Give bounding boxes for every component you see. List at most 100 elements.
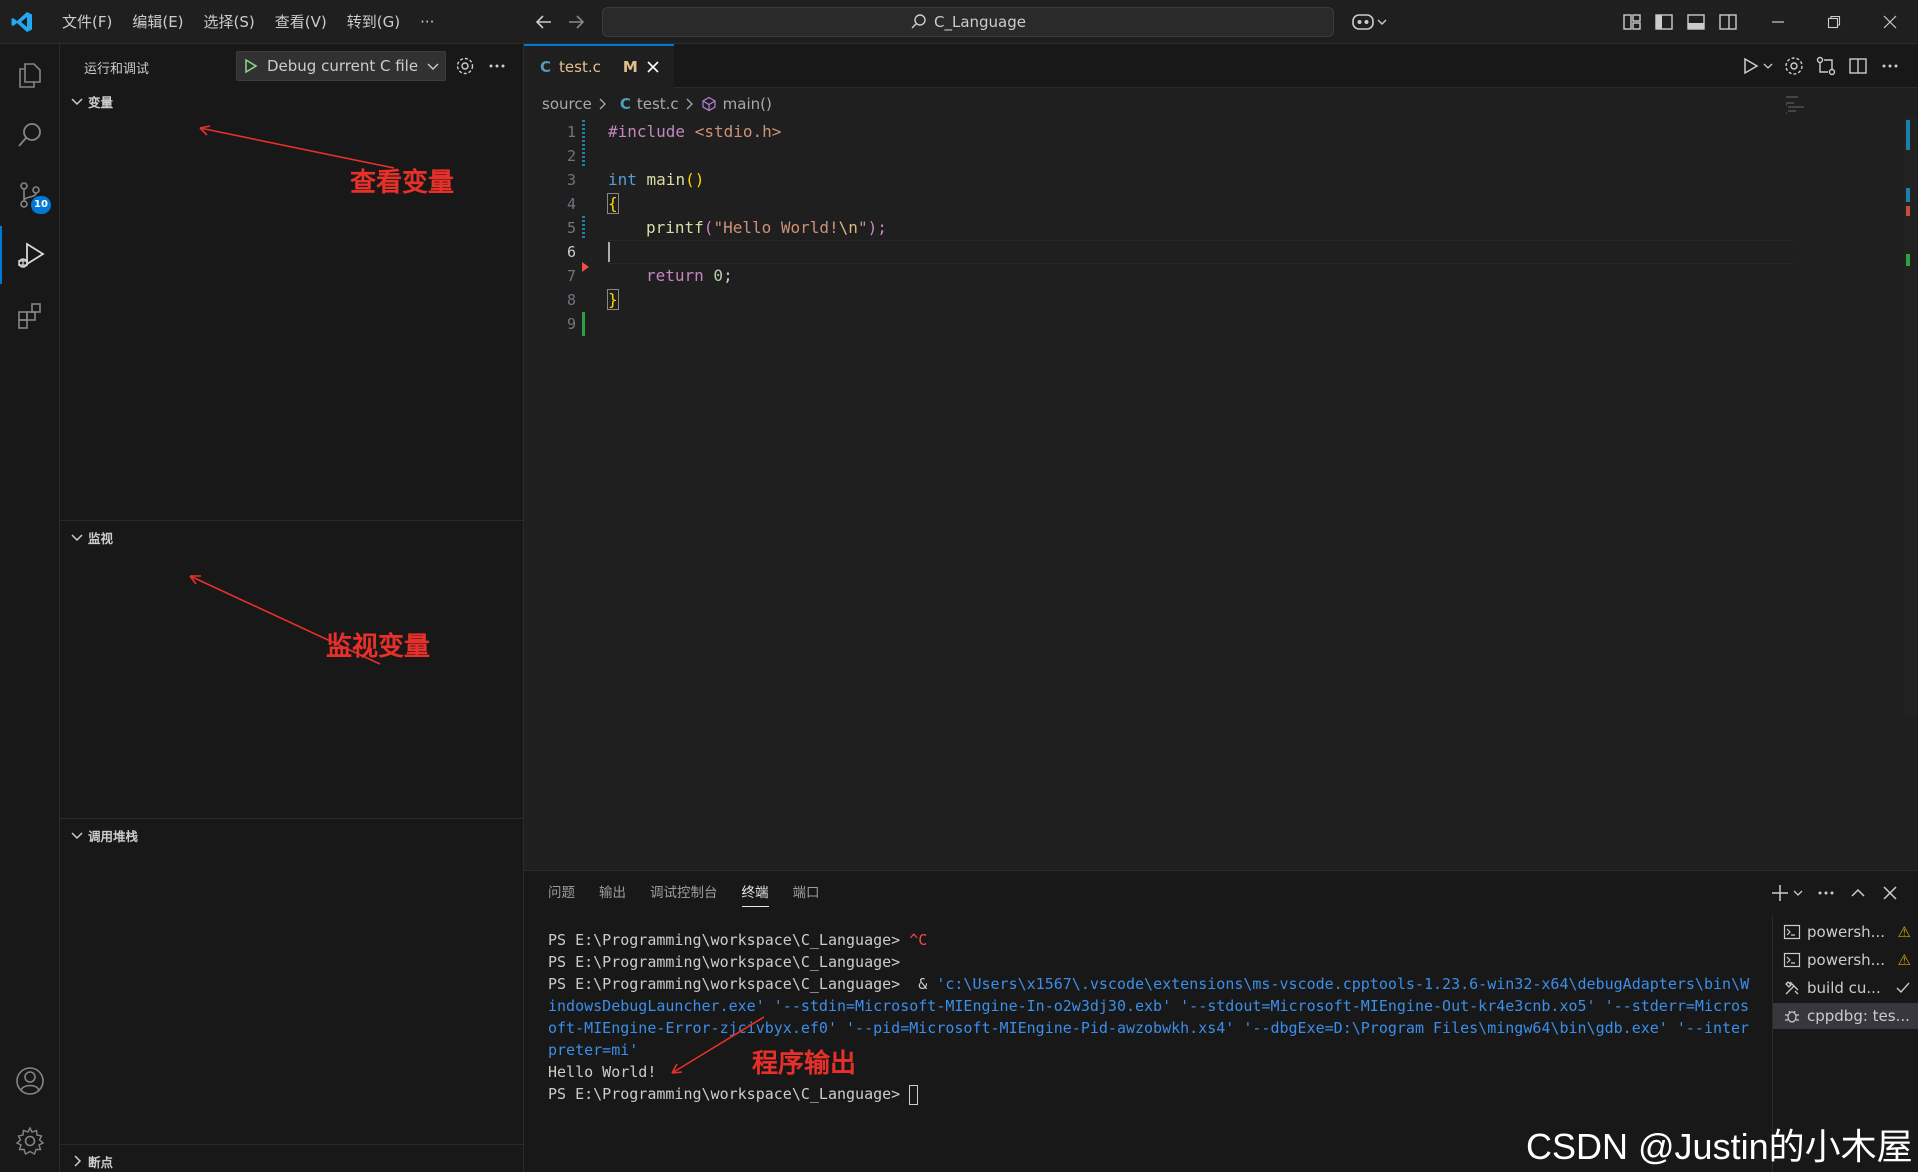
- deleted-lines-marker-icon: [582, 262, 590, 272]
- terminal-prompt: PS E:\Programming\workspace\C_Language>: [548, 931, 910, 949]
- account-icon[interactable]: [0, 1052, 60, 1110]
- check-icon: [1895, 980, 1911, 996]
- code-line: 5 printf("Hello World!\n");: [524, 216, 1918, 240]
- menu-selection[interactable]: 选择(S): [194, 7, 265, 37]
- function-name: main: [636, 170, 686, 189]
- chevron-down-icon: [66, 824, 88, 846]
- search-icon[interactable]: [0, 106, 60, 164]
- breadcrumb-file[interactable]: test.c: [637, 95, 679, 113]
- tab-output[interactable]: 输出: [599, 871, 626, 915]
- output-annotation: 程序输出: [752, 1049, 857, 1079]
- code-line: 7 return 0;: [524, 262, 1918, 288]
- breadcrumb-folder[interactable]: source: [542, 95, 592, 113]
- back-arrow-icon[interactable]: [532, 10, 556, 34]
- debug-config-label: Debug current C file: [267, 57, 419, 75]
- tab-filename: test.c: [559, 58, 601, 76]
- close-window-icon[interactable]: [1862, 0, 1918, 44]
- number-token: 0: [703, 266, 724, 285]
- callstack-label: 调用堆栈: [88, 828, 139, 844]
- chevron-right-icon: [598, 97, 608, 111]
- breadcrumb-symbol[interactable]: main(): [723, 95, 772, 113]
- toggle-secondary-sidebar-icon[interactable]: [1716, 10, 1740, 34]
- menu-more[interactable]: ···: [410, 7, 444, 37]
- editor-tabs: C test.c M: [524, 44, 1918, 88]
- debug-config-select[interactable]: Debug current C file: [236, 51, 446, 81]
- restore-icon[interactable]: [1806, 0, 1862, 44]
- run-debug-icon[interactable]: [0, 226, 60, 284]
- close-panel-icon[interactable]: [1878, 881, 1902, 905]
- debug-settings-gear-icon[interactable]: [454, 55, 476, 77]
- terminal-name: build cu...: [1807, 979, 1881, 997]
- terminal-icon: [1783, 951, 1801, 969]
- split-editor-icon[interactable]: [1846, 54, 1870, 78]
- maximize-panel-icon[interactable]: [1846, 881, 1870, 905]
- tab-test-c[interactable]: C test.c M: [524, 44, 674, 88]
- tab-ports[interactable]: 端口: [793, 871, 820, 915]
- editor-scrollbar[interactable]: [1904, 116, 1918, 716]
- tab-terminal[interactable]: 终端: [741, 871, 769, 915]
- start-debug-icon[interactable]: [243, 58, 259, 74]
- include-path: <stdio.h>: [685, 122, 782, 141]
- breakpoints-section-header[interactable]: 断点: [60, 1144, 524, 1172]
- minimap[interactable]: [1784, 94, 1824, 124]
- variables-section-header[interactable]: 变量: [60, 84, 524, 118]
- panel-more-actions-icon[interactable]: [1814, 881, 1838, 905]
- paren-token: );: [867, 218, 887, 237]
- breadcrumb: source C test.c main(): [542, 92, 772, 116]
- sidebar-header: 运行和调试 Debug current C file: [60, 44, 524, 88]
- explorer-icon[interactable]: [0, 46, 60, 104]
- terminal-prompt: PS E:\Programming\workspace\C_Language>: [548, 953, 910, 971]
- compare-changes-icon[interactable]: [1814, 54, 1838, 78]
- extensions-icon[interactable]: [0, 286, 60, 344]
- breakpoints-label: 断点: [88, 1154, 114, 1170]
- new-terminal-icon[interactable]: [1770, 881, 1806, 905]
- toggle-sidebar-icon[interactable]: [1652, 10, 1676, 34]
- added-gutter-marker: [582, 312, 585, 336]
- forward-arrow-icon[interactable]: [564, 10, 588, 34]
- manage-gear-icon[interactable]: [0, 1112, 60, 1170]
- copilot-icon[interactable]: [1350, 10, 1390, 34]
- punctuation-token: ;: [723, 266, 733, 285]
- run-file-icon[interactable]: [1740, 54, 1776, 78]
- terminal-line: PS E:\Programming\workspace\C_Language> …: [548, 929, 1778, 951]
- close-tab-icon[interactable]: [646, 60, 660, 74]
- line-number: 4: [566, 195, 576, 213]
- tab-debug-console[interactable]: 调试控制台: [650, 871, 718, 915]
- terminal-list-item[interactable]: cppdbg: tes...: [1773, 1003, 1918, 1029]
- terminal-prompt: PS E:\Programming\workspace\C_Language>: [548, 1085, 910, 1103]
- code-line: 3 int main(): [524, 168, 1918, 192]
- terminal-list-item[interactable]: build cu...: [1773, 975, 1918, 1001]
- menu-edit[interactable]: 编辑(E): [122, 7, 193, 37]
- function-call: printf: [646, 218, 704, 237]
- watch-section-header[interactable]: 监视: [60, 520, 524, 554]
- command-center-search[interactable]: C_Language: [602, 7, 1334, 37]
- watch-label: 监视: [88, 530, 114, 546]
- chevron-down-icon: [426, 59, 440, 73]
- tab-problems[interactable]: 问题: [548, 871, 575, 915]
- line-number: 8: [566, 291, 576, 309]
- more-actions-icon[interactable]: [486, 55, 508, 77]
- command-text: 'c:\Users\x1567\.vscode\extensions\ms-vs…: [936, 975, 1750, 993]
- menu-view[interactable]: 查看(V): [265, 7, 337, 37]
- brace-token: {: [607, 193, 619, 214]
- minimize-icon[interactable]: [1750, 0, 1806, 44]
- debug-settings-gear-icon[interactable]: [1782, 54, 1806, 78]
- chevron-down-icon: [66, 526, 88, 548]
- keyword-token: return: [646, 266, 704, 285]
- terminal-list-item[interactable]: powersh... ⚠: [1773, 919, 1918, 945]
- toggle-panel-icon[interactable]: [1684, 10, 1708, 34]
- chevron-down-icon: [66, 90, 88, 112]
- callstack-section-header[interactable]: 调用堆栈: [60, 818, 524, 852]
- line-number: 9: [566, 315, 576, 333]
- line-number: 5: [566, 219, 576, 237]
- menu-go[interactable]: 转到(G): [337, 7, 410, 37]
- terminal-list-item[interactable]: powersh... ⚠: [1773, 947, 1918, 973]
- editor-more-actions-icon[interactable]: [1878, 54, 1902, 78]
- source-control-icon[interactable]: 10: [0, 166, 60, 224]
- customize-layout-icon[interactable]: [1620, 10, 1644, 34]
- watch-annotation: 监视变量: [326, 632, 431, 662]
- debug-sidebar: 运行和调试 Debug current C file 变量 查看变量 监视 监视…: [60, 44, 524, 1172]
- string-token: "Hello World!: [713, 218, 839, 237]
- menu-file[interactable]: 文件(F): [52, 7, 122, 37]
- tools-icon: [1783, 979, 1801, 997]
